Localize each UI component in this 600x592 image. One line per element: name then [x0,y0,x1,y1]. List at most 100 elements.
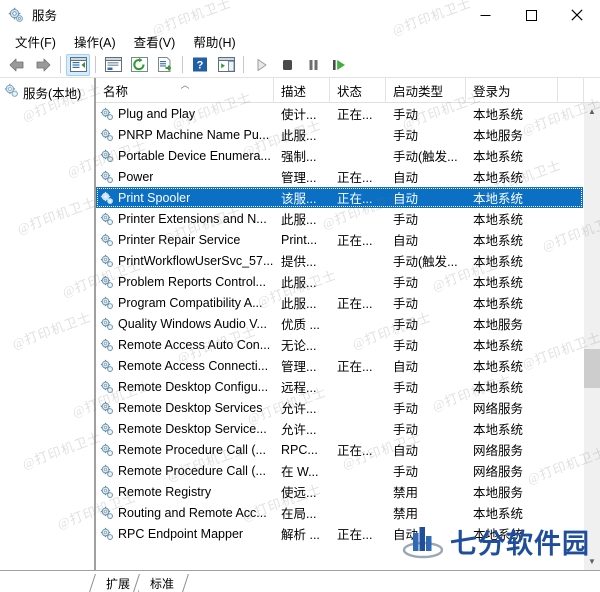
stop-service-icon[interactable] [275,54,299,76]
cell-logon: 本地系统 [473,192,524,206]
service-name: Remote Procedure Call (... [118,442,266,457]
cell-startup: 手动(触发... [393,255,458,269]
menu-action[interactable]: 操作(A) [65,30,125,53]
cell-status [330,145,386,166]
vertical-scrollbar[interactable]: ▲ ▼ [583,103,600,570]
table-row[interactable]: Program Compatibility A... 此服... 正在... 手动 本地… [96,292,583,313]
cell-startup: 手动 [393,423,419,437]
cell-startup: 手动(触发... [393,150,458,164]
pause-service-icon[interactable] [301,54,325,76]
cell-name: PNRP Machine Name Pu... [96,124,274,145]
table-row[interactable]: Remote Procedure Call (... 在 W... 手动 网络服务 [96,460,583,481]
table-row[interactable]: Printer Extensions and N... 此服... 手动 本地系统 [96,208,583,229]
cell-desc: 远程... [281,381,317,395]
cell-status [330,460,386,481]
service-name: Remote Access Auto Con... [118,337,271,352]
table-row[interactable]: PrintWorkflowUserSvc_57... 提供... 手动(触发... 本… [96,250,583,271]
help-icon[interactable]: ? [188,54,212,76]
table-row[interactable]: Print Spooler 该服... 正在... 自动 本地系统 [96,187,583,208]
cell-desc: 使计... [281,108,317,122]
cell-name: Routing and Remote Acc... [96,502,274,523]
restart-service-icon[interactable] [327,54,351,76]
scroll-down-button[interactable]: ▼ [584,553,600,570]
menu-help[interactable]: 帮助(H) [184,30,244,53]
cell-status: 正在... [337,108,373,122]
cell-logon: 本地系统 [473,255,524,269]
service-name: Routing and Remote Acc... [118,505,267,520]
properties-icon[interactable] [101,54,125,76]
table-row[interactable]: Remote Desktop Configu... 远程... 手动 本地系统 [96,376,583,397]
export-list-icon[interactable] [153,54,177,76]
table-row[interactable]: Remote Access Auto Con... 无论... 手动 本地系统 [96,334,583,355]
services-gear-icon [8,7,24,23]
menu-view[interactable]: 查看(V) [125,30,185,53]
table-row[interactable]: Printer Repair Service Print... 正在... 自动 本地系… [96,229,583,250]
cell-logon: 本地系统 [473,360,524,374]
table-row[interactable]: Problem Reports Control... 此服... 手动 本地系统 [96,271,583,292]
tree-item-services-local[interactable]: 服务(本地) [0,82,94,102]
cell-name: Power [96,166,274,187]
scroll-up-button[interactable]: ▲ [584,103,600,120]
table-row[interactable]: Remote Registry 使远... 禁用 本地服务 [96,481,583,502]
table-row[interactable]: Remote Desktop Services 允许... 手动 网络服务 [96,397,583,418]
service-name: PNRP Machine Name Pu... [118,127,270,142]
cell-logon: 本地系统 [473,339,524,353]
toolbar: ? [0,52,600,78]
cell-startup: 手动 [393,381,419,395]
refresh-icon[interactable] [127,54,151,76]
table-row[interactable]: Remote Access Connecti... 管理... 正在... 自动 本地系… [96,355,583,376]
table-row[interactable]: PNRP Machine Name Pu... 此服... 手动 本地服务 [96,124,583,145]
scroll-track[interactable] [584,120,600,553]
column-header-名称[interactable]: 名称 ︿ [96,78,274,102]
cell-logon: 本地服务 [473,486,524,500]
table-row[interactable]: Power 管理... 正在... 自动 本地系统 [96,166,583,187]
show-hide-tree-icon[interactable] [66,53,90,76]
minimize-button[interactable] [462,0,508,30]
table-row[interactable]: Portable Device Enumera... 强制... 手动(触发... 本… [96,145,583,166]
cell-desc: Print... [281,232,318,247]
column-header-label: 状态 [337,84,363,99]
service-name: Plug and Play [118,106,196,121]
cell-name: RPC Endpoint Mapper [96,523,274,544]
start-service-icon[interactable] [249,54,273,76]
list-header: 名称 ︿ 描述 状态 启动类型 登录为 [96,78,600,103]
table-row[interactable]: Remote Procedure Call (... RPC... 正在... 自动 网… [96,439,583,460]
table-row[interactable]: Routing and Remote Acc... 在局... 禁用 本地系统 [96,502,583,523]
cell-name: Remote Registry [96,481,274,502]
service-name: Remote Access Connecti... [118,358,269,373]
main-content: 服务(本地) 名称 ︿ 描述 状态 启动类型 登录为 Plug and Play 使计...… [0,78,600,570]
tab-extended[interactable]: 扩展 [95,574,140,592]
cell-logon: 本地系统 [473,381,524,395]
cell-status [330,502,386,523]
console-window-icon[interactable] [214,54,238,76]
column-header-描述[interactable]: 描述 [274,78,330,102]
cell-startup: 禁用 [393,486,419,500]
cell-name: Remote Access Connecti... [96,355,274,376]
close-button[interactable] [554,0,600,30]
service-name: Printer Extensions and N... [118,211,267,226]
column-header-状态[interactable]: 状态 [330,78,386,102]
service-name: RPC Endpoint Mapper [118,526,244,541]
maximize-button[interactable] [508,0,554,30]
forward-arrow-icon[interactable] [31,54,55,76]
tab-standard[interactable]: 标准 [139,574,184,592]
table-row[interactable]: Remote Desktop Service... 允许... 手动 本地系统 [96,418,583,439]
cell-name: Plug and Play [96,103,274,124]
cell-startup: 手动 [393,213,419,227]
column-header-label: 登录为 [473,84,511,99]
table-row[interactable]: Plug and Play 使计... 正在... 手动 本地系统 [96,103,583,124]
back-arrow-icon[interactable] [5,54,29,76]
column-header-spacer[interactable] [558,78,584,102]
cell-desc: RPC... [281,442,318,457]
table-row[interactable]: RPC Endpoint Mapper 解析 ... 正在... 自动 本地系统 [96,523,583,544]
service-name: Portable Device Enumera... [118,148,271,163]
table-row[interactable]: Quality Windows Audio V... 优质 ... 手动 本地服务 [96,313,583,334]
cell-name: Quality Windows Audio V... [96,313,274,334]
column-header-label: 启动类型 [393,84,444,99]
scroll-thumb[interactable] [584,349,600,389]
column-header-启动类型[interactable]: 启动类型 [386,78,466,102]
menu-file[interactable]: 文件(F) [6,30,65,53]
column-header-登录为[interactable]: 登录为 [466,78,558,102]
cell-status [330,418,386,439]
cell-desc: 提供... [281,255,317,269]
